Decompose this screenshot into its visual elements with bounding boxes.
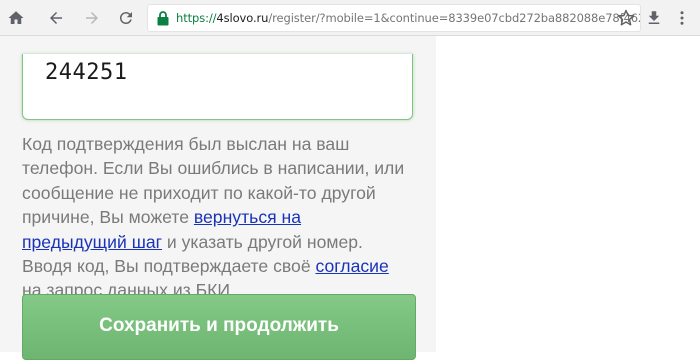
star-icon[interactable] [614, 6, 638, 30]
forward-icon[interactable] [80, 6, 104, 30]
browser-toolbar: https://4slovo.ru/register/?mobile=1&con… [0, 0, 700, 36]
home-icon[interactable] [4, 6, 28, 30]
url-text: https://4slovo.ru/register/?mobile=1&con… [176, 11, 640, 25]
download-icon[interactable] [642, 6, 666, 30]
address-bar[interactable]: https://4slovo.ru/register/?mobile=1&con… [148, 5, 640, 31]
confirmation-info-text: Код подтверждения был выслан на ваш теле… [22, 134, 405, 301]
consent-link[interactable]: согласие [316, 256, 389, 276]
sms-code-input[interactable]: 244251 [22, 54, 413, 120]
back-icon[interactable] [44, 6, 68, 30]
back-step-link[interactable]: вернуться на [194, 207, 301, 227]
save-and-continue-button[interactable]: Сохранить и продолжить [22, 294, 416, 360]
sms-code-value: 244251 [45, 60, 128, 85]
back-step-link-continued[interactable]: предыдущий шаг [22, 232, 162, 252]
lock-icon [157, 11, 169, 26]
reload-icon[interactable] [114, 6, 138, 30]
menu-icon[interactable] [670, 6, 694, 30]
